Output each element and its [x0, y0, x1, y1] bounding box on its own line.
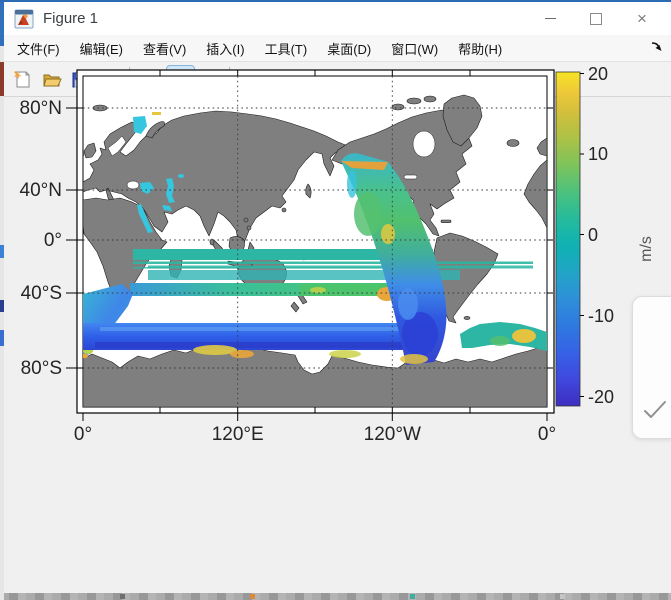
land-philippines-2: [247, 226, 251, 230]
ytick-0: 0°: [44, 230, 62, 251]
ytick-40s: 40°S: [21, 283, 62, 304]
hudson-bay: [413, 131, 435, 157]
cbtick-10: 10: [588, 144, 608, 164]
ytick-80n: 80°N: [20, 98, 62, 119]
figure-canvas: 80°N 40°N 0° 40°S 80°S 0° 120°E 120°W 0°: [4, 97, 671, 593]
ytick-80s: 80°S: [21, 358, 62, 379]
land-cuba: [441, 220, 451, 223]
map-plot: 80°N 40°N 0° 40°S 80°S 0° 120°E 120°W 0°: [0, 0, 671, 497]
land-iceland: [507, 140, 519, 147]
land-falklands: [464, 316, 470, 319]
xtick-0w: 0°: [538, 424, 556, 445]
figure-window: Figure 1 × 文件(F) 编辑(E) 查看(V) 插入(I) 工具(T)…: [0, 0, 671, 600]
swath-atlantic-green: [490, 336, 510, 346]
xtick-120e: 120°E: [212, 424, 264, 445]
swath-antarctic-orange-1: [230, 350, 254, 358]
xtick-0e: 0°: [74, 424, 92, 445]
swath-antarctic-yellow-2: [329, 350, 361, 358]
popup-panel[interactable]: [632, 296, 671, 439]
swath-green-patch: [354, 192, 382, 236]
arctic-yellow-fleck: [152, 112, 161, 115]
swath-antarctic-yellow-3: [400, 354, 428, 364]
land-philippines-1: [244, 218, 248, 222]
xtick-120w: 120°W: [364, 424, 421, 445]
land-arctic-island-3: [424, 96, 436, 102]
land-arctic-island-2: [407, 98, 421, 104]
land-svalbard: [93, 105, 107, 111]
background-window-sliver-left: [0, 0, 4, 600]
ytick-40n: 40°N: [20, 180, 62, 201]
swath-yellow-patch: [381, 224, 395, 244]
swath-cyan-streak: [347, 170, 357, 198]
black-sea-west: [127, 181, 139, 189]
swath-atlantic-yellow: [512, 329, 536, 343]
swath-thin-line-1: [133, 262, 533, 265]
cbtick-20: 20: [588, 64, 608, 84]
background-window-sliver-bottom: [0, 593, 671, 600]
colorbar-ticks: [580, 74, 584, 397]
sea-aral: [178, 174, 184, 178]
swath-yellow-patch-indian: [310, 287, 326, 293]
swath-blue-band-dark-streak: [95, 342, 405, 348]
checkmark-icon[interactable]: [642, 399, 668, 421]
colorbar-gradient: [556, 72, 580, 406]
cbtick-0: 0: [588, 225, 598, 245]
cbtick-n20: -20: [588, 387, 614, 407]
background-window-sliver-top: [0, 0, 671, 2]
colorbar-unit-label: m/s: [638, 236, 655, 262]
great-lakes: [404, 175, 417, 179]
swath-blue-band-light-streak: [100, 327, 400, 331]
land-arctic-island-1: [392, 104, 404, 110]
land-taiwan: [282, 208, 286, 212]
cbtick-n10: -10: [588, 306, 614, 326]
